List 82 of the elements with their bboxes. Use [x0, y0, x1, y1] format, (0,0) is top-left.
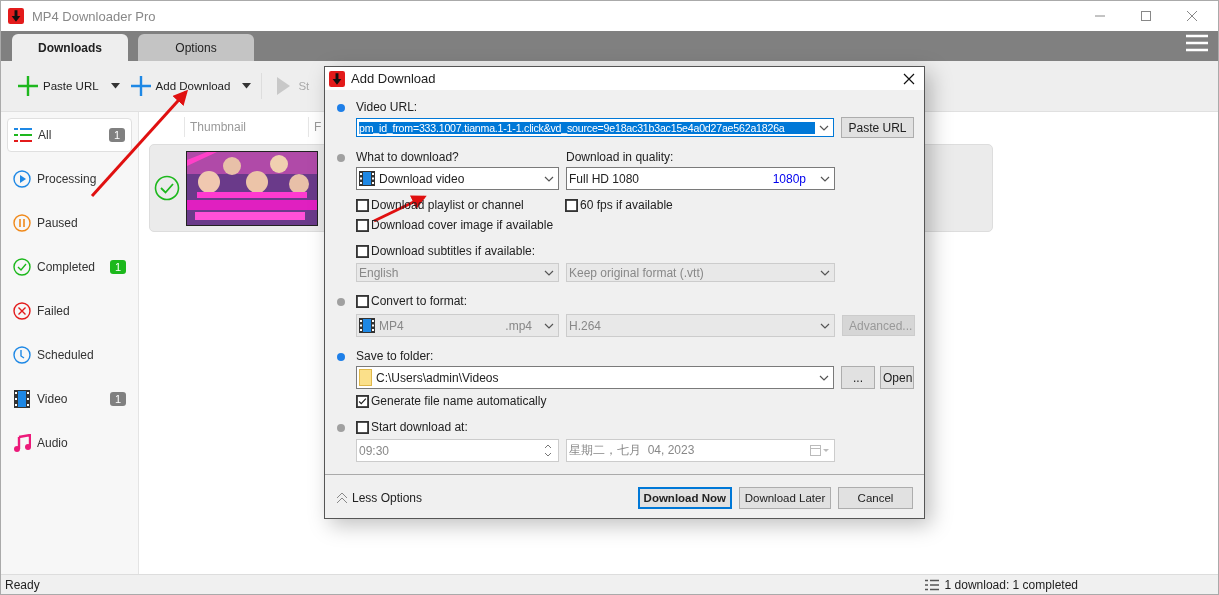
caret-icon [819, 374, 829, 381]
app-logo-icon [8, 8, 24, 24]
checkbox-label: Start download at: [371, 420, 468, 434]
sidebar-label: Completed [37, 260, 97, 274]
sidebar-item[interactable]: Scheduled [7, 338, 132, 372]
checkbox[interactable] [356, 218, 369, 232]
checkbox-label: 60 fps if available [580, 198, 673, 212]
caret-icon [544, 269, 554, 276]
count-badge: 1 [109, 392, 126, 406]
checkbox-label: Convert to format: [371, 294, 468, 308]
checkbox-label: Download cover image if available [371, 218, 554, 232]
sidebar-label: Processing [37, 172, 98, 186]
browse-button[interactable]: ... [841, 366, 875, 389]
dialog-button[interactable]: Download Later [739, 487, 831, 509]
caret-icon [544, 322, 554, 329]
sidebar-label: Scheduled [37, 348, 95, 362]
extension-label: .mp4 [505, 318, 532, 333]
check-icon [13, 258, 31, 276]
checkbox[interactable] [356, 198, 369, 212]
quality-dropdown[interactable]: Full HD 1080 1080p [566, 167, 835, 190]
film-icon [13, 390, 31, 408]
toolbar-button[interactable]: Add Download [129, 75, 252, 97]
checkbox-label: Generate file name automatically [371, 394, 547, 408]
music-note-icon [13, 434, 31, 452]
status-summary: 1 download: 1 completed [944, 577, 1078, 592]
sidebar-label: Paused [37, 216, 79, 230]
folder-field[interactable]: C:\Users\admin\Videos [356, 366, 834, 389]
sidebar-label: All [38, 128, 53, 142]
download-type-dropdown[interactable]: Download video [356, 167, 559, 190]
field-label: Download in quality: [566, 150, 674, 164]
sidebar-item[interactable]: Processing [7, 162, 132, 196]
caret-icon [544, 175, 554, 182]
caret-icon [820, 175, 830, 182]
checkbox[interactable] [356, 394, 369, 408]
caret-icon [820, 269, 830, 276]
field-label: Save to folder: [356, 349, 435, 363]
caret-icon [820, 322, 830, 329]
dialog-button[interactable]: Cancel [838, 487, 913, 509]
folder-icon [359, 369, 372, 386]
sidebar-item[interactable]: Video 1 [7, 382, 132, 416]
sidebar-label: Failed [37, 304, 71, 318]
paste-url-button[interactable]: Paste URL [841, 117, 914, 138]
checkbox[interactable] [565, 198, 578, 212]
field-label: What to download? [356, 150, 460, 164]
less-options-link[interactable]: Less Options [352, 491, 423, 505]
close-icon[interactable] [903, 72, 915, 85]
field-label: Video URL: [356, 100, 419, 114]
clock-icon [13, 346, 31, 364]
pause-icon [13, 214, 31, 232]
list-icon [14, 126, 32, 144]
menu-icon[interactable] [1186, 34, 1208, 52]
checkbox-label: Download subtitles if available: [371, 244, 536, 258]
tab[interactable]: Options [138, 34, 254, 61]
play-icon [13, 170, 31, 188]
sidebar-item[interactable]: All 1 [7, 118, 132, 152]
count-badge: 1 [108, 128, 125, 142]
film-icon [359, 171, 375, 186]
spinner-icon [542, 442, 554, 459]
caret-icon [819, 124, 829, 131]
dialog-title: Add Download [351, 71, 437, 86]
window-title: MP4 Downloader Pro [32, 8, 157, 24]
sidebar-item[interactable]: Audio [7, 426, 132, 460]
dialog-button[interactable]: Download Now [637, 487, 732, 509]
sidebar-item[interactable]: Completed 1 [7, 250, 132, 284]
sidebar-item[interactable]: Paused [7, 206, 132, 240]
calendar-icon [810, 445, 830, 456]
count-badge: 1 [109, 260, 126, 274]
sidebar-label: Video [37, 392, 69, 406]
x-icon [13, 302, 31, 320]
chevron-up-icon[interactable] [336, 492, 348, 504]
app-logo-icon [329, 70, 345, 87]
url-field[interactable]: pm_id_from=333.1007.tianma.1-1-1.click&vd_source=9e18ac31b3ac15e4a0d27ae562a1826a [356, 118, 834, 137]
status-text: Ready [5, 577, 41, 592]
toolbar-button[interactable]: Paste URL [17, 75, 120, 97]
film-icon [359, 318, 375, 333]
open-button[interactable]: Open [880, 366, 914, 389]
tab[interactable]: Downloads [12, 34, 128, 61]
list-icon [924, 578, 939, 591]
quality-tag: 1080p [772, 171, 806, 186]
sidebar-label: Audio [37, 436, 69, 450]
checkbox[interactable] [356, 244, 369, 258]
sidebar-item[interactable]: Failed [7, 294, 132, 328]
